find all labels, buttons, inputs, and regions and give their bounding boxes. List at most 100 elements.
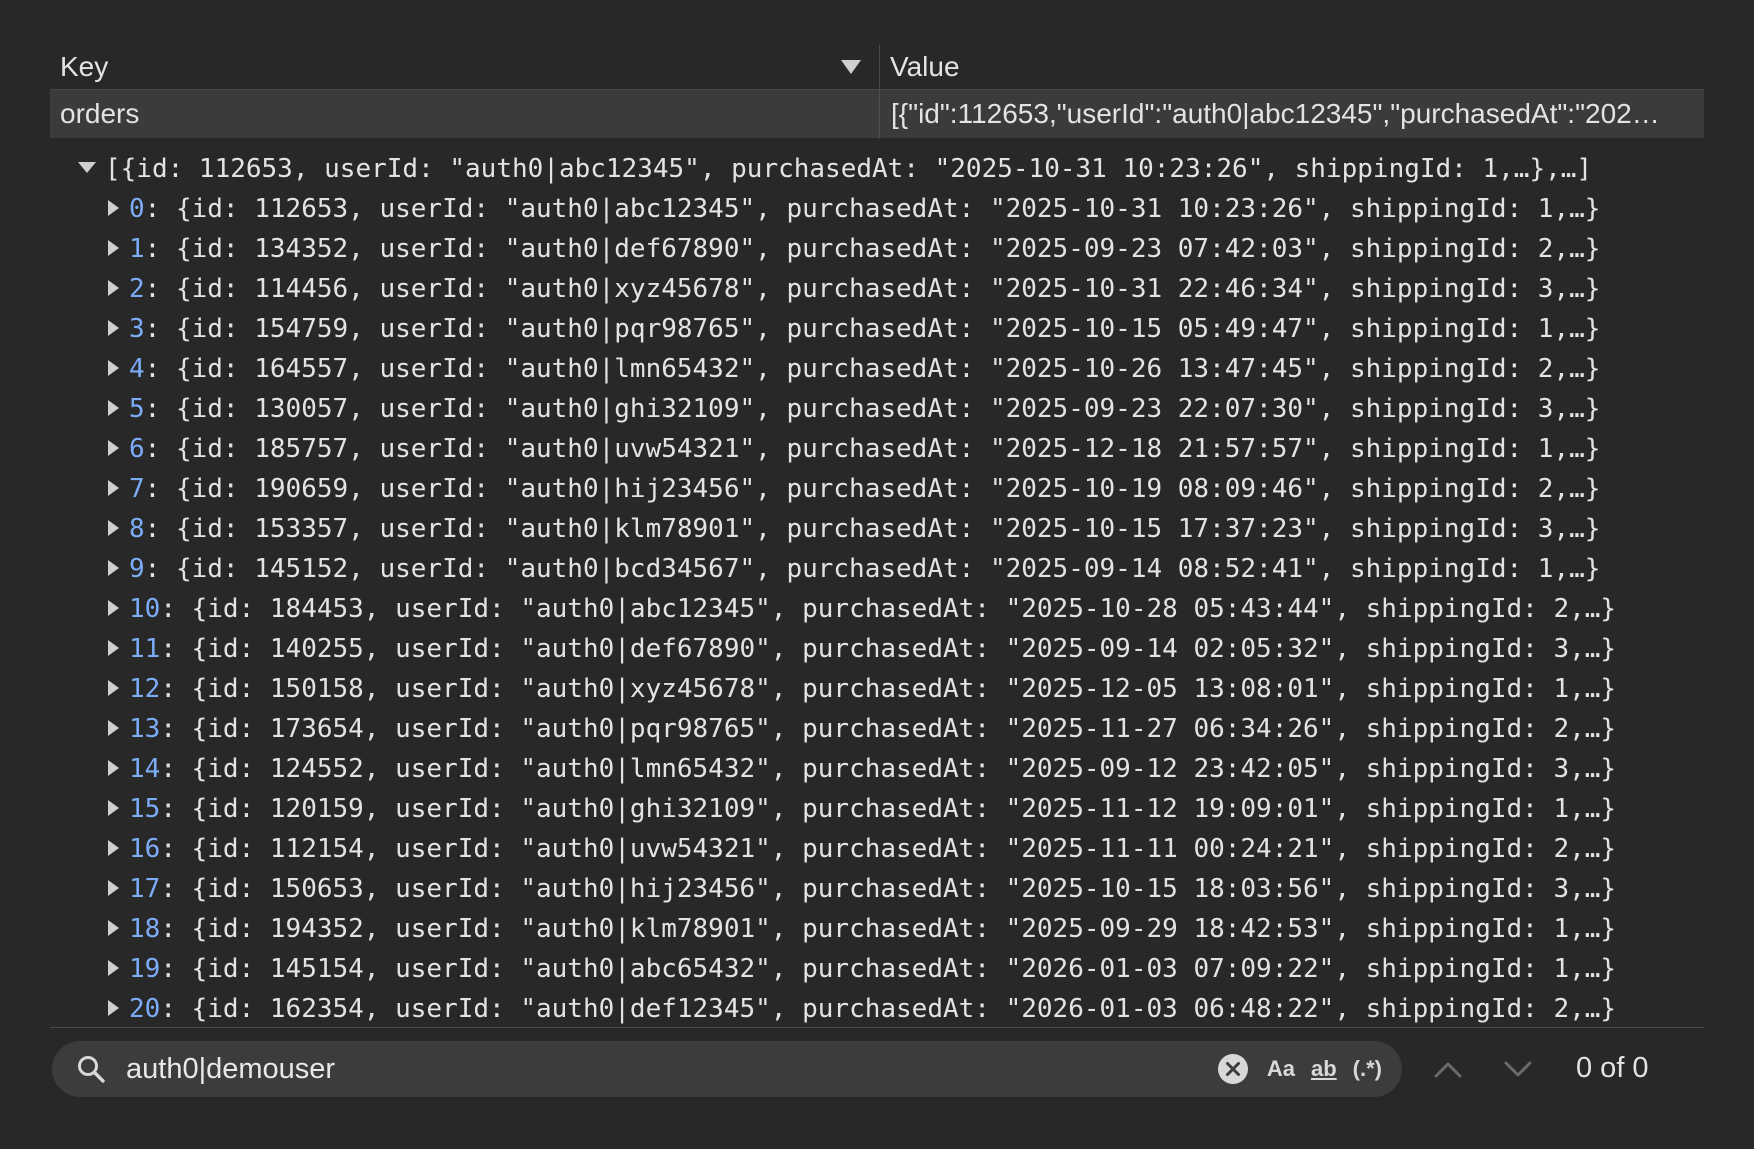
match-case-toggle[interactable]: Aa: [1267, 1056, 1295, 1082]
tree-item-separator: :: [160, 634, 192, 664]
tree-item-index: 9: [129, 554, 145, 584]
tree-item[interactable]: 18: {id: 194352, userId: "auth0|klm78901…: [50, 909, 1704, 949]
tree-item-text: {id: 150653, userId: "auth0|hij23456", p…: [191, 874, 1617, 904]
tree-item-separator: :: [144, 274, 176, 304]
tree-item-text: {id: 164557, userId: "auth0|lmn65432", p…: [175, 354, 1601, 384]
tree-item[interactable]: 19: {id: 145154, userId: "auth0|abc65432…: [50, 949, 1704, 989]
tree-item-index: 12: [129, 674, 161, 704]
tree-root-label: [{id: 112653, userId: "auth0|abc12345", …: [105, 154, 1593, 184]
expand-right-icon[interactable]: [108, 279, 119, 296]
value-header-label: Value: [890, 51, 960, 82]
tree-item[interactable]: 20: {id: 162354, userId: "auth0|def12345…: [50, 989, 1704, 1029]
key-column-header[interactable]: Key: [50, 45, 880, 89]
tree-item-separator: :: [160, 874, 192, 904]
tree-item-index: 7: [129, 474, 145, 504]
expand-right-icon[interactable]: [108, 559, 119, 576]
expand-right-icon[interactable]: [108, 879, 119, 896]
expand-right-icon[interactable]: [108, 519, 119, 536]
expand-down-icon[interactable]: [78, 162, 96, 173]
tree-item-text: {id: 154759, userId: "auth0|pqr98765", p…: [175, 314, 1601, 344]
tree-item[interactable]: 17: {id: 150653, userId: "auth0|hij23456…: [50, 869, 1704, 909]
sort-arrow-icon[interactable]: [841, 60, 861, 74]
tree-item[interactable]: 9: {id: 145152, userId: "auth0|bcd34567"…: [50, 549, 1704, 589]
tree-item-text: {id: 120159, userId: "auth0|ghi32109", p…: [191, 794, 1617, 824]
tree-item-separator: :: [144, 474, 176, 504]
tree-item-text: {id: 185757, userId: "auth0|uvw54321", p…: [175, 434, 1601, 464]
expand-right-icon[interactable]: [108, 679, 119, 696]
tree-root[interactable]: [{id: 112653, userId: "auth0|abc12345", …: [50, 149, 1704, 189]
tree-item[interactable]: 0: {id: 112653, userId: "auth0|abc12345"…: [50, 189, 1704, 229]
expand-right-icon[interactable]: [108, 199, 119, 216]
row-key: orders: [50, 90, 880, 138]
tree-item[interactable]: 12: {id: 150158, userId: "auth0|xyz45678…: [50, 669, 1704, 709]
search-icon: [78, 1056, 105, 1083]
expand-right-icon[interactable]: [108, 319, 119, 336]
table-header: Key Value: [50, 45, 1704, 90]
match-count: 0 of 0: [1576, 1052, 1649, 1084]
tree-item-separator: :: [160, 674, 192, 704]
expand-right-icon[interactable]: [108, 719, 119, 736]
expand-right-icon[interactable]: [108, 239, 119, 256]
tree-item-separator: :: [144, 194, 176, 224]
chevron-up-icon[interactable]: [1432, 1055, 1464, 1083]
clear-icon[interactable]: [1217, 1053, 1249, 1085]
table-row[interactable]: orders [{"id":112653,"userId":"auth0|abc…: [50, 90, 1704, 138]
tree-item-text: {id: 112154, userId: "auth0|uvw54321", p…: [191, 834, 1617, 864]
tree-item-text: {id: 190659, userId: "auth0|hij23456", p…: [175, 474, 1601, 504]
expand-right-icon[interactable]: [108, 359, 119, 376]
tree-item[interactable]: 11: {id: 140255, userId: "auth0|def67890…: [50, 629, 1704, 669]
tree-item-index: 0: [129, 194, 145, 224]
regex-toggle[interactable]: (.*): [1353, 1056, 1382, 1082]
tree-item-separator: :: [144, 554, 176, 584]
tree-item[interactable]: 16: {id: 112154, userId: "auth0|uvw54321…: [50, 829, 1704, 869]
expand-right-icon[interactable]: [108, 799, 119, 816]
expand-right-icon[interactable]: [108, 479, 119, 496]
tree-item-separator: :: [160, 834, 192, 864]
tree-item[interactable]: 3: {id: 154759, userId: "auth0|pqr98765"…: [50, 309, 1704, 349]
tree-item-text: {id: 145154, userId: "auth0|abc65432", p…: [191, 954, 1617, 984]
tree-item[interactable]: 5: {id: 130057, userId: "auth0|ghi32109"…: [50, 389, 1704, 429]
whole-word-toggle[interactable]: ab: [1311, 1056, 1337, 1082]
tree-item[interactable]: 15: {id: 120159, userId: "auth0|ghi32109…: [50, 789, 1704, 829]
tree-item[interactable]: 7: {id: 190659, userId: "auth0|hij23456"…: [50, 469, 1704, 509]
tree-item-separator: :: [160, 714, 192, 744]
expand-right-icon[interactable]: [108, 839, 119, 856]
tree-item-text: {id: 130057, userId: "auth0|ghi32109", p…: [175, 394, 1601, 424]
tree-item[interactable]: 8: {id: 153357, userId: "auth0|klm78901"…: [50, 509, 1704, 549]
tree-item[interactable]: 2: {id: 114456, userId: "auth0|xyz45678"…: [50, 269, 1704, 309]
tree-item-text: {id: 153357, userId: "auth0|klm78901", p…: [175, 514, 1601, 544]
tree-item-separator: :: [160, 794, 192, 824]
tree-item-text: {id: 173654, userId: "auth0|pqr98765", p…: [191, 714, 1617, 744]
expand-right-icon[interactable]: [108, 599, 119, 616]
tree-item-text: {id: 114456, userId: "auth0|xyz45678", p…: [175, 274, 1601, 304]
expand-right-icon[interactable]: [108, 439, 119, 456]
tree-item[interactable]: 10: {id: 184453, userId: "auth0|abc12345…: [50, 589, 1704, 629]
expand-right-icon[interactable]: [108, 399, 119, 416]
search-bar: Aa ab (.*): [52, 1041, 1402, 1097]
expand-right-icon[interactable]: [108, 919, 119, 936]
tree-item-text: {id: 140255, userId: "auth0|def67890", p…: [191, 634, 1617, 664]
tree-item[interactable]: 1: {id: 134352, userId: "auth0|def67890"…: [50, 229, 1704, 269]
divider: [50, 1027, 1704, 1028]
tree-item[interactable]: 13: {id: 173654, userId: "auth0|pqr98765…: [50, 709, 1704, 749]
chevron-down-icon[interactable]: [1502, 1055, 1534, 1083]
search-input[interactable]: [126, 1052, 1217, 1086]
tree-item-index: 4: [129, 354, 145, 384]
tree-item[interactable]: 4: {id: 164557, userId: "auth0|lmn65432"…: [50, 349, 1704, 389]
tree-item[interactable]: 6: {id: 185757, userId: "auth0|uvw54321"…: [50, 429, 1704, 469]
tree-item-index: 5: [129, 394, 145, 424]
tree-item[interactable]: 14: {id: 124552, userId: "auth0|lmn65432…: [50, 749, 1704, 789]
tree-item-separator: :: [160, 954, 192, 984]
expand-right-icon[interactable]: [108, 959, 119, 976]
tree-item-text: {id: 184453, userId: "auth0|abc12345", p…: [191, 594, 1617, 624]
value-column-header[interactable]: Value: [880, 45, 1704, 89]
expand-right-icon[interactable]: [108, 999, 119, 1016]
tree-item-separator: :: [144, 314, 176, 344]
tree-item-text: {id: 162354, userId: "auth0|def12345", p…: [191, 994, 1617, 1024]
tree-item-index: 16: [129, 834, 161, 864]
tree-item-separator: :: [160, 994, 192, 1024]
value-tree-view: [{id: 112653, userId: "auth0|abc12345", …: [50, 149, 1704, 1029]
tree-item-index: 10: [129, 594, 161, 624]
expand-right-icon[interactable]: [108, 639, 119, 656]
expand-right-icon[interactable]: [108, 759, 119, 776]
